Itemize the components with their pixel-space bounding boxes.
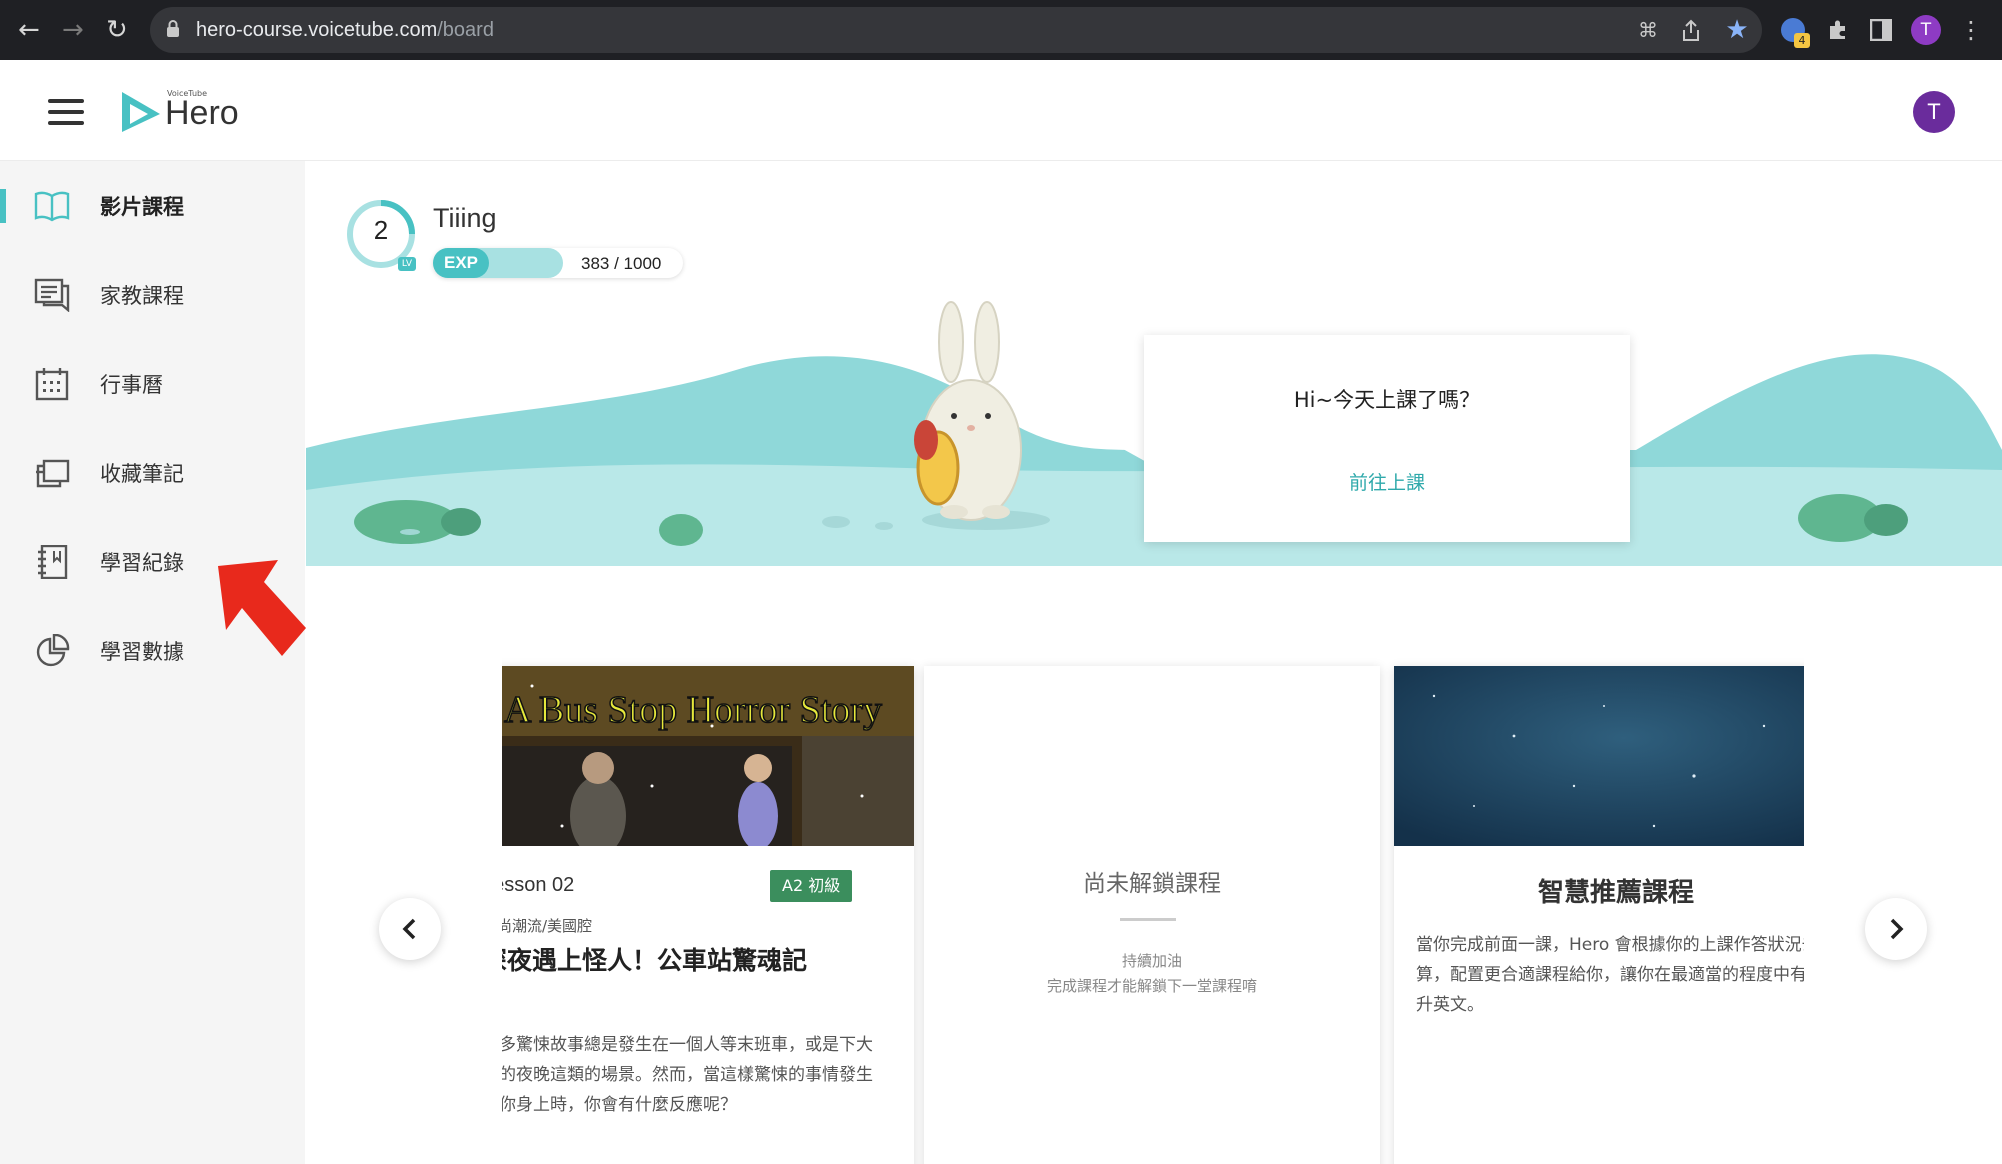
lesson-thumbnail[interactable]: A Bus Stop Horror Story	[502, 666, 914, 846]
hero-logo-icon[interactable]	[120, 90, 162, 134]
level-tag: LV	[398, 257, 416, 271]
bookmark-cards-icon	[36, 459, 70, 488]
active-indicator	[0, 189, 6, 223]
locked-line-2: 完成課程才能解鎖下一堂課程唷	[1046, 977, 1257, 995]
locked-title: 尚未解鎖課程	[1083, 871, 1221, 897]
starry-sky-image	[1394, 666, 1804, 846]
exp-value: 383 / 1000	[581, 254, 662, 273]
locked-line-1: 持續加油	[1121, 952, 1182, 970]
go-to-class-link[interactable]: 前往上課	[1144, 468, 1630, 495]
sidebar-item-saved-notes[interactable]: 收藏筆記	[0, 438, 305, 508]
red-arrow-annotation	[218, 560, 306, 656]
browser-profile-avatar[interactable]: T	[1911, 15, 1941, 45]
extension-badge: 4	[1794, 33, 1810, 48]
chevron-left-icon	[402, 918, 416, 940]
sidebar-item-video-courses[interactable]: 影片課程	[0, 171, 305, 241]
translate-icon[interactable]: ⌘	[1633, 16, 1663, 44]
url-text: hero-course.voicetube.com/board	[196, 19, 494, 41]
browser-toolbar: ← → ↻ hero-course.voicetube.com/board ⌘ …	[0, 0, 2002, 60]
level-badge: A2 初級	[770, 870, 853, 902]
greeting-card: Hi~今天上課了嗎？ 前往上課	[1144, 335, 1630, 542]
carousel-next-button[interactable]	[1865, 898, 1927, 960]
sidebar: 影片課程 家教課程 行事曆 收藏筆記 學習紀錄 學習數據	[0, 161, 305, 1164]
lock-icon	[167, 20, 179, 37]
calendar-icon	[35, 368, 69, 401]
smart-title: 智慧推薦課程	[1537, 878, 1694, 908]
extensions-puzzle-icon[interactable]	[1826, 18, 1850, 42]
browser-menu-icon[interactable]: ⋮	[1956, 16, 1986, 44]
forward-icon[interactable]: →	[62, 16, 84, 44]
share-icon[interactable]	[1680, 19, 1702, 43]
course-carousel: A Bus Stop Horror Story Lesson 02 A2 初級 …	[502, 648, 1804, 1164]
sidebar-item-label: 學習數據	[100, 640, 184, 664]
divider	[1120, 918, 1176, 921]
sidebar-item-tutoring[interactable]: 家教課程	[0, 260, 305, 330]
sidebar-item-label: 收藏筆記	[100, 462, 184, 486]
hamburger-menu-icon[interactable]	[48, 98, 86, 126]
sidebar-item-label: 家教課程	[100, 284, 184, 308]
sidebar-item-label: 學習紀錄	[100, 551, 184, 575]
logo-text[interactable]: Hero	[165, 94, 239, 133]
lesson-card[interactable]: A Bus Stop Horror Story Lesson 02 A2 初級 …	[502, 666, 914, 1164]
notebook-icon	[38, 545, 68, 579]
lesson-description: 許多驚悚故事總是發生在一個人等末班車，或是下大雪的夜晚這類的場景。然而，當這樣驚…	[502, 1035, 873, 1115]
sidebar-item-calendar[interactable]: 行事曆	[0, 349, 305, 419]
smart-description: 當你完成前面一課，Hero 會根據你的上課作答狀況去計算，配置更合適課程給你，讓…	[1416, 935, 1804, 1015]
lesson-title[interactable]: 深夜遇上怪人！公車站驚魂記	[502, 941, 902, 977]
locked-course-card: 尚未解鎖課程 持續加油 完成課程才能解鎖下一堂課程唷	[924, 666, 1380, 1164]
exp-bar: EXP 383 / 1000	[433, 248, 683, 278]
thumbnail-title: A Bus Stop Horror Story	[504, 689, 882, 731]
lesson-category: 時尚潮流/美國腔	[502, 917, 593, 935]
sidebar-item-label: 行事曆	[100, 373, 163, 397]
greeting-text: Hi~今天上課了嗎？	[1293, 388, 1481, 412]
level-number: 2	[373, 215, 389, 245]
user-name: Tiiing	[433, 203, 497, 233]
book-open-icon	[34, 191, 70, 222]
user-avatar[interactable]: T	[1913, 91, 1955, 133]
reload-icon[interactable]: ↻	[106, 16, 128, 44]
exp-label: EXP	[433, 248, 489, 278]
smart-recommend-card: 智慧推薦課程 當你完成前面一課，Hero 會根據你的上課作答狀況去計算，配置更合…	[1394, 666, 1804, 1164]
carousel-prev-button[interactable]	[379, 898, 441, 960]
chevron-right-icon	[1890, 918, 1904, 940]
back-icon[interactable]: ←	[18, 16, 40, 44]
side-panel-icon[interactable]	[1870, 19, 1892, 41]
pie-chart-icon	[36, 634, 70, 667]
app-header	[0, 60, 2002, 161]
bookmark-star-icon[interactable]: ★	[1722, 16, 1752, 44]
sidebar-item-label: 影片課程	[100, 195, 184, 219]
chat-icon	[34, 278, 70, 312]
lesson-number: Lesson 02	[502, 874, 575, 896]
